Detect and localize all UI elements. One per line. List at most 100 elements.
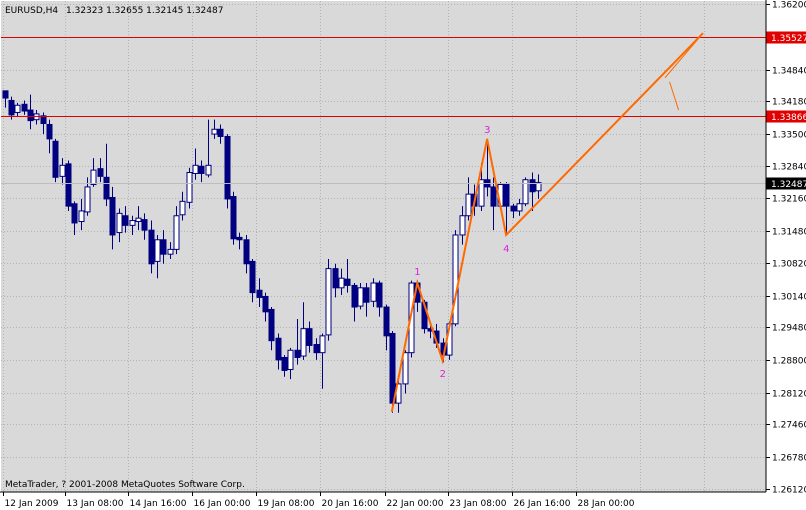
wave-label-3: 3	[484, 125, 490, 136]
time-tick-label: 14 Jan 16:00	[130, 499, 187, 509]
candle-body-bear	[236, 236, 243, 241]
candle	[230, 191, 237, 245]
candle-body-bear	[490, 186, 497, 207]
price-tick-label: 1.32160	[772, 195, 806, 205]
price-tick-label: 1.31480	[772, 228, 806, 238]
candle-body-bear	[141, 219, 148, 231]
candle-body-bear	[503, 184, 510, 207]
candle-body-bull	[370, 282, 377, 302]
plot-area[interactable]	[1, 1, 766, 492]
candle-body-bear	[21, 103, 28, 112]
candle-body-bull	[135, 217, 142, 223]
candle-body-bull	[287, 349, 294, 370]
candle-body-bear	[122, 215, 129, 226]
candle-body-bear	[109, 196, 116, 236]
candle	[325, 258, 332, 341]
time-tick-label: 23 Jan 08:00	[450, 499, 507, 509]
time-tick-label: 13 Jan 08:00	[67, 499, 124, 509]
time-tick-label: 28 Jan 00:00	[578, 499, 635, 509]
candle-body-bull	[452, 234, 459, 325]
candle-body-bull	[402, 352, 409, 385]
candle-body-bull	[465, 193, 472, 217]
time-tick-label: 16 Jan 00:00	[194, 499, 251, 509]
candle-body-bull	[325, 268, 332, 336]
price-tick-label: 1.28800	[772, 357, 806, 367]
candle-body-bull	[192, 164, 199, 174]
candle-body-bull	[154, 239, 161, 262]
price-tick-label: 1.28120	[772, 390, 806, 400]
candle-body-bear	[46, 123, 53, 140]
candle-body-bear	[294, 349, 301, 358]
ohlc-readout: 1.32323 1.32655 1.32145 1.32487	[66, 6, 223, 16]
candle-body-bear	[383, 306, 390, 337]
candle-body-bull	[179, 200, 186, 216]
candle-body-bull	[516, 203, 523, 212]
candle-body-bear	[148, 229, 155, 265]
candle-body-bear	[363, 287, 370, 303]
price-level-tag-label: 1.35527	[771, 34, 806, 44]
candle-body-bull	[167, 248, 174, 255]
candle	[522, 177, 529, 207]
candle-body-bull	[90, 169, 97, 186]
time-tick-label: 12 Jan 2009	[5, 499, 59, 509]
price-tick-label: 1.30140	[772, 293, 806, 303]
price-tick-label: 1.27460	[772, 421, 806, 431]
candle-body-bear	[332, 268, 339, 289]
candle-body-bear	[198, 165, 205, 174]
chart-canvas[interactable]: 1.35527 1.33866 1.32487 1 2 3 4 5 1.36200 1.348…	[0, 0, 806, 510]
candle-body-bull	[319, 335, 326, 354]
chart-window[interactable]: 1.35527 1.33866 1.32487 1 2 3 4 5 1.36200 1.348…	[0, 0, 806, 510]
candle-body-bull	[186, 172, 193, 203]
candle-body-bear	[230, 196, 237, 240]
candle-body-bull	[300, 328, 307, 357]
wave-label-4: 4	[503, 244, 509, 255]
price-tick-label: 1.26120	[772, 486, 806, 496]
candle	[452, 230, 459, 327]
time-tick-label: 26 Jan 16:00	[514, 499, 571, 509]
candle-body-bear	[376, 282, 383, 308]
candle-body-bull	[357, 287, 364, 307]
candle-body-bear	[389, 332, 396, 404]
candle-body-bear	[224, 135, 231, 200]
candle-body-bear	[281, 356, 288, 371]
time-tick-label: 22 Jan 00:00	[387, 499, 444, 509]
candle-body-bear	[529, 179, 536, 193]
time-tick-label: 19 Jan 08:00	[258, 499, 315, 509]
candle-body-bear	[217, 128, 224, 137]
candle-body-bear	[268, 308, 275, 342]
candle	[186, 167, 193, 209]
candle-body-bear	[160, 239, 167, 255]
candle-body-bear	[351, 284, 358, 308]
candle-body-bear	[103, 176, 110, 200]
wave-label-2: 2	[440, 369, 446, 380]
price-tick-label: 1.32840	[772, 163, 806, 173]
candle-body-bear	[344, 278, 351, 286]
candle-body-bear	[8, 99, 15, 116]
time-tick-label: 20 Jan 16:00	[322, 499, 379, 509]
candle-body-bear	[256, 289, 263, 298]
candle-body-bull	[14, 104, 21, 113]
price-tick-label: 1.26780	[772, 454, 806, 464]
candle-body-bear	[243, 239, 250, 265]
wave-label-5: 5	[635, 0, 641, 3]
candle-body-bear	[249, 260, 256, 294]
candle-body-bear	[275, 337, 282, 361]
candle-body-bear	[27, 109, 34, 122]
price-tick-label: 1.34180	[772, 98, 806, 108]
candle-body-bull	[211, 128, 218, 135]
candle-body-bear	[510, 205, 517, 212]
candle	[224, 134, 231, 209]
copyright-text: MetaTrader, ? 2001-2008 MetaQuotes Softw…	[5, 480, 245, 490]
price-tick-label: 1.33500	[772, 131, 806, 141]
candle-body-bear	[262, 295, 269, 313]
wave-label-1: 1	[414, 267, 420, 278]
candle-body-bull	[338, 277, 345, 289]
candle-body-bear	[2, 90, 9, 99]
price-tick-label: 1.30820	[772, 260, 806, 270]
candle-body-bull	[459, 215, 466, 236]
candle-body-bull	[59, 164, 66, 177]
candle-body-bear	[52, 140, 59, 178]
price-tick-label: 1.29480	[772, 324, 806, 334]
candle-body-bull	[205, 164, 212, 176]
symbol-title: EURUSD,H4	[5, 6, 58, 16]
